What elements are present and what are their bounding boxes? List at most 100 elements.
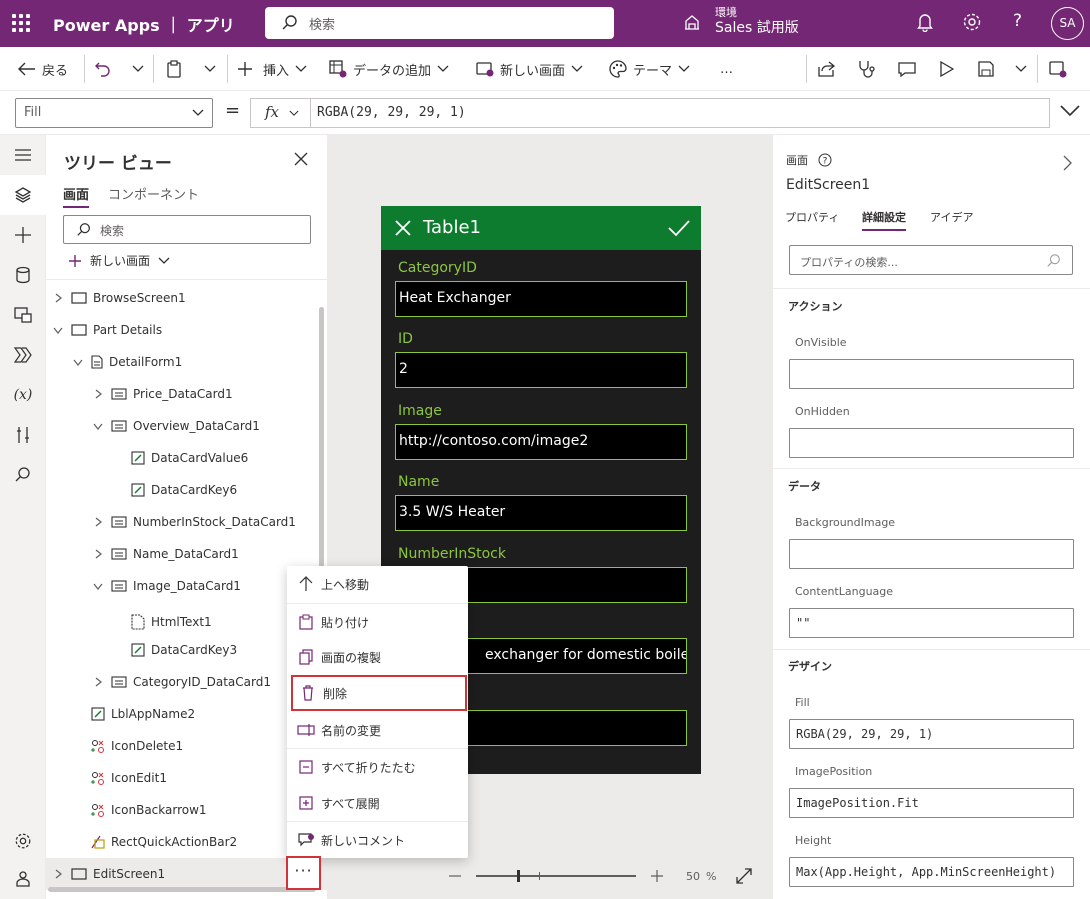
tree-view-icon[interactable] — [0, 175, 46, 215]
virtual-agent-icon[interactable] — [0, 859, 46, 899]
prop-contentlanguage-input[interactable]: "" — [789, 608, 1074, 638]
settings-icon[interactable] — [0, 821, 46, 861]
tree-node-datacard[interactable]: Name_DataCard1 — [91, 538, 239, 570]
field-input[interactable]: http://contoso.com/image2 — [395, 424, 687, 460]
tree-node-control[interactable]: RectQuickActionBar2 — [91, 826, 237, 858]
tree-node-more-button[interactable]: ··· — [286, 856, 321, 890]
tree-node-datacard[interactable]: Overview_DataCard1 — [91, 410, 260, 442]
app-launcher-icon[interactable] — [12, 14, 30, 32]
field-input[interactable]: 3.5 W/S Heater — [395, 495, 687, 531]
prop-fill-input[interactable]: RGBA(29, 29, 29, 1) — [789, 719, 1074, 749]
media-icon[interactable] — [0, 295, 46, 335]
tree-node-datacard[interactable]: Image_DataCard1 — [91, 570, 241, 602]
checkmark-icon[interactable] — [668, 219, 690, 237]
tree-node-datacard[interactable]: NumberInStock_DataCard1 — [91, 506, 296, 538]
prop-imageposition-input[interactable]: ImagePosition.Fit — [789, 788, 1074, 818]
variables-icon[interactable]: (x) — [0, 375, 46, 415]
tree-node-control[interactable]: IconDelete1 — [91, 730, 183, 762]
theme-button[interactable]: テーマ — [609, 47, 690, 91]
new-screen-button[interactable]: 新しい画面 — [476, 47, 583, 91]
settings-icon[interactable] — [962, 12, 982, 32]
insert-button[interactable]: 挿入 — [237, 47, 307, 91]
tab-ideas[interactable]: アイデア — [930, 209, 973, 225]
tree-node-control[interactable]: DataCardKey6 — [131, 474, 237, 506]
prop-backgroundimage-input[interactable] — [789, 539, 1074, 569]
tree-node-datacard[interactable]: CategoryID_DataCard1 — [91, 666, 271, 698]
field-input[interactable]: Heat Exchanger — [395, 281, 687, 317]
tree-node-control[interactable]: IconEdit1 — [91, 762, 167, 794]
tree-node-screen[interactable]: BrowseScreen1 — [51, 282, 186, 314]
property-dropdown[interactable]: Fill — [15, 98, 213, 128]
property-search-input[interactable]: プロパティの検索... — [789, 245, 1073, 275]
app-title[interactable]: Power Apps ｜ アプリ — [53, 12, 235, 36]
notifications-icon[interactable] — [916, 12, 934, 32]
menu-item-delete[interactable]: 削除 — [291, 675, 467, 711]
tree-node-screen[interactable]: Part Details — [51, 314, 162, 346]
zoom-controls: 50 % — [448, 868, 753, 884]
menu-item-rename[interactable]: 名前の変更 — [287, 712, 468, 748]
fx-button[interactable]: fx — [250, 98, 310, 128]
close-icon[interactable] — [395, 220, 411, 236]
tree-view-title: ツリー ビュー — [64, 154, 172, 174]
menu-item-new-comment[interactable]: 新しいコメント — [287, 822, 468, 858]
tab-properties[interactable]: プロパティ — [785, 209, 839, 225]
environment-name[interactable]: Sales 試用版 — [715, 17, 799, 37]
save-button[interactable] — [978, 47, 994, 91]
back-button[interactable]: 戻る — [18, 47, 68, 91]
prop-onvisible-input[interactable] — [789, 359, 1074, 389]
menu-item-move-up[interactable]: 上へ移動 — [287, 566, 468, 602]
comments-button[interactable] — [898, 47, 916, 91]
new-screen-link[interactable]: 新しい画面 — [68, 252, 170, 269]
zoom-slider-thumb[interactable] — [517, 870, 520, 882]
global-search-input[interactable]: 検索 — [265, 7, 614, 39]
expand-formula-icon[interactable] — [1060, 105, 1080, 117]
zoom-out-icon[interactable] — [448, 875, 462, 877]
more-commands-button[interactable]: … — [720, 47, 733, 91]
tree-node-control[interactable]: IconBackarrow1 — [91, 794, 207, 826]
paste-dropdown[interactable] — [204, 47, 216, 91]
menu-item-duplicate-screen[interactable]: 画面の複製 — [287, 639, 468, 675]
undo-dropdown[interactable] — [132, 47, 144, 91]
paste-button[interactable] — [166, 47, 182, 91]
tree-node-control[interactable]: DataCardValue6 — [131, 442, 248, 474]
tree-horizontal-scrollbar[interactable] — [48, 887, 316, 892]
search-icon[interactable] — [0, 455, 46, 495]
close-icon[interactable] — [294, 152, 308, 166]
prop-height-input[interactable]: Max(App.Height, App.MinScreenHeight) — [789, 857, 1074, 887]
tree-node-datacard[interactable]: Price_DataCard1 — [91, 378, 233, 410]
data-icon[interactable] — [0, 255, 46, 295]
tree-node-form[interactable]: DetailForm1 — [71, 346, 182, 378]
tree-search-input[interactable]: 検索 — [63, 215, 311, 244]
insert-icon[interactable] — [0, 215, 46, 255]
power-automate-icon[interactable] — [0, 335, 46, 375]
prop-onhidden-input[interactable] — [789, 428, 1074, 458]
tab-components[interactable]: コンポーネント — [108, 184, 199, 203]
menu-item-paste[interactable]: 貼り付け — [287, 604, 468, 640]
fit-to-window-icon[interactable] — [736, 868, 753, 884]
preview-button[interactable] — [940, 47, 954, 91]
share-button[interactable] — [818, 47, 836, 91]
app-checker-button[interactable] — [857, 47, 875, 91]
chevron-right-icon[interactable] — [1063, 155, 1072, 171]
help-icon[interactable]: ? — [1013, 11, 1022, 31]
publish-button[interactable] — [1049, 47, 1067, 91]
save-dropdown[interactable] — [1015, 47, 1027, 91]
zoom-in-icon[interactable] — [650, 869, 664, 883]
zoom-slider[interactable] — [476, 870, 636, 882]
help-circle-icon[interactable]: ? — [818, 153, 832, 167]
tree-node-control[interactable]: LblAppName2 — [91, 698, 195, 730]
add-data-button[interactable]: データの追加 — [329, 47, 449, 91]
control-name[interactable]: EditScreen1 — [786, 177, 870, 193]
tab-screens[interactable]: 画面 — [63, 184, 90, 208]
formula-input[interactable]: RGBA(29, 29, 29, 1) — [310, 98, 1050, 128]
tree-node-control[interactable]: DataCardKey3 — [131, 634, 237, 666]
plus-icon — [69, 254, 81, 267]
user-avatar[interactable]: SA — [1051, 7, 1084, 40]
menu-icon[interactable] — [0, 135, 46, 175]
field-input[interactable]: 2 — [395, 352, 687, 388]
menu-item-collapse-all[interactable]: すべて折りたたむ — [287, 749, 468, 785]
undo-button[interactable] — [95, 47, 111, 91]
advanced-tools-icon[interactable] — [0, 415, 46, 455]
tab-advanced[interactable]: 詳細設定 — [862, 209, 906, 231]
menu-item-expand-all[interactable]: すべて展開 — [287, 785, 468, 821]
